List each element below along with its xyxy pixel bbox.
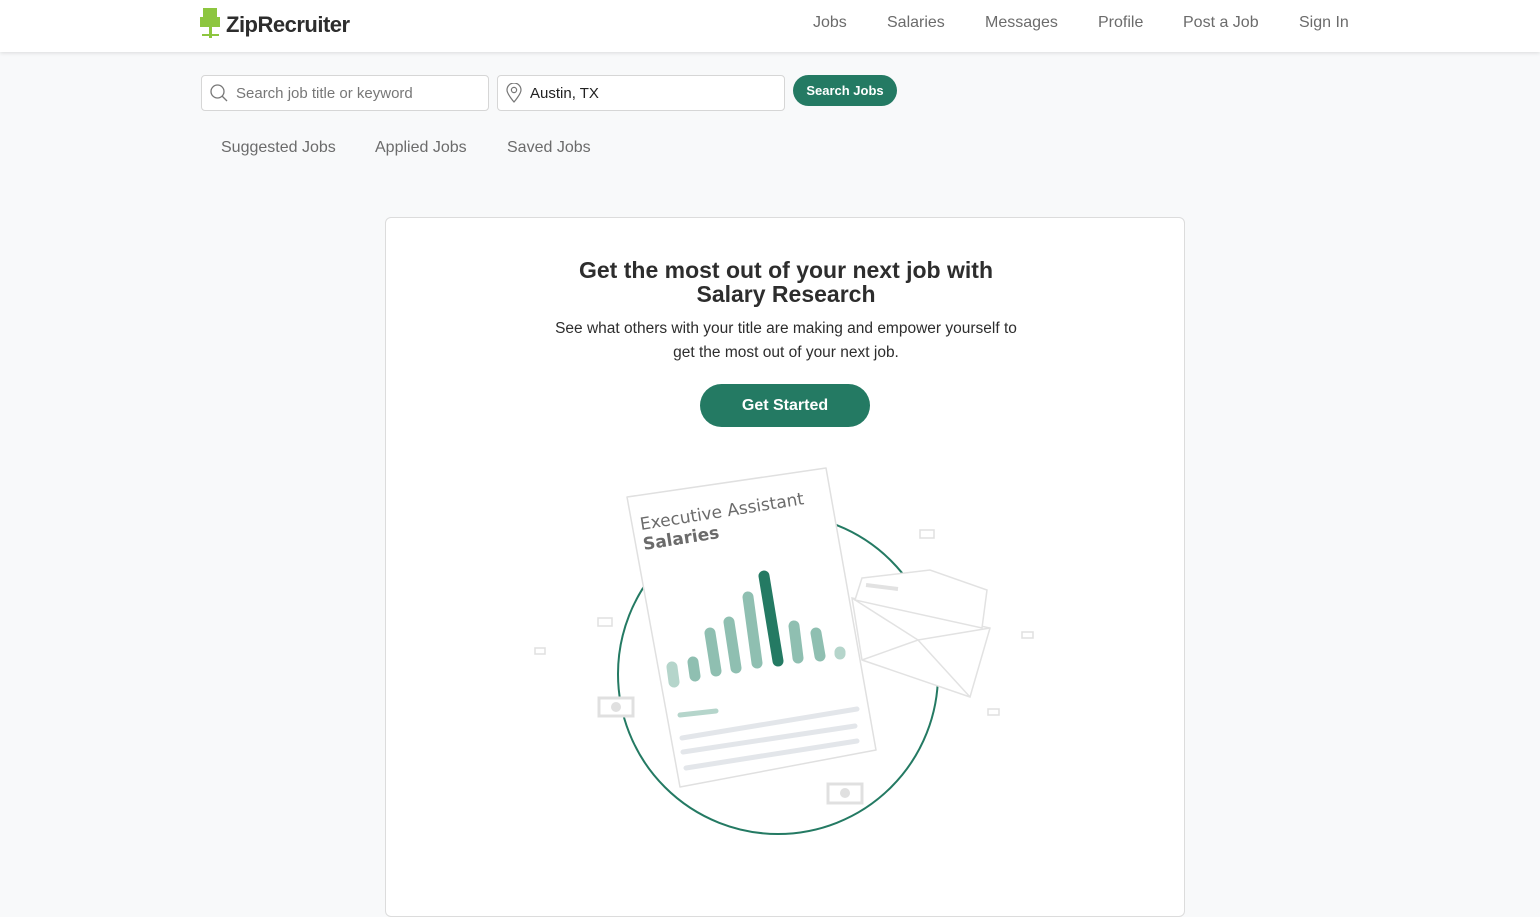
envelope (851, 569, 991, 698)
salary-illustration: Executive Assistant Salaries (534, 467, 1034, 835)
money-icon (611, 702, 621, 712)
money-icon (840, 788, 850, 798)
